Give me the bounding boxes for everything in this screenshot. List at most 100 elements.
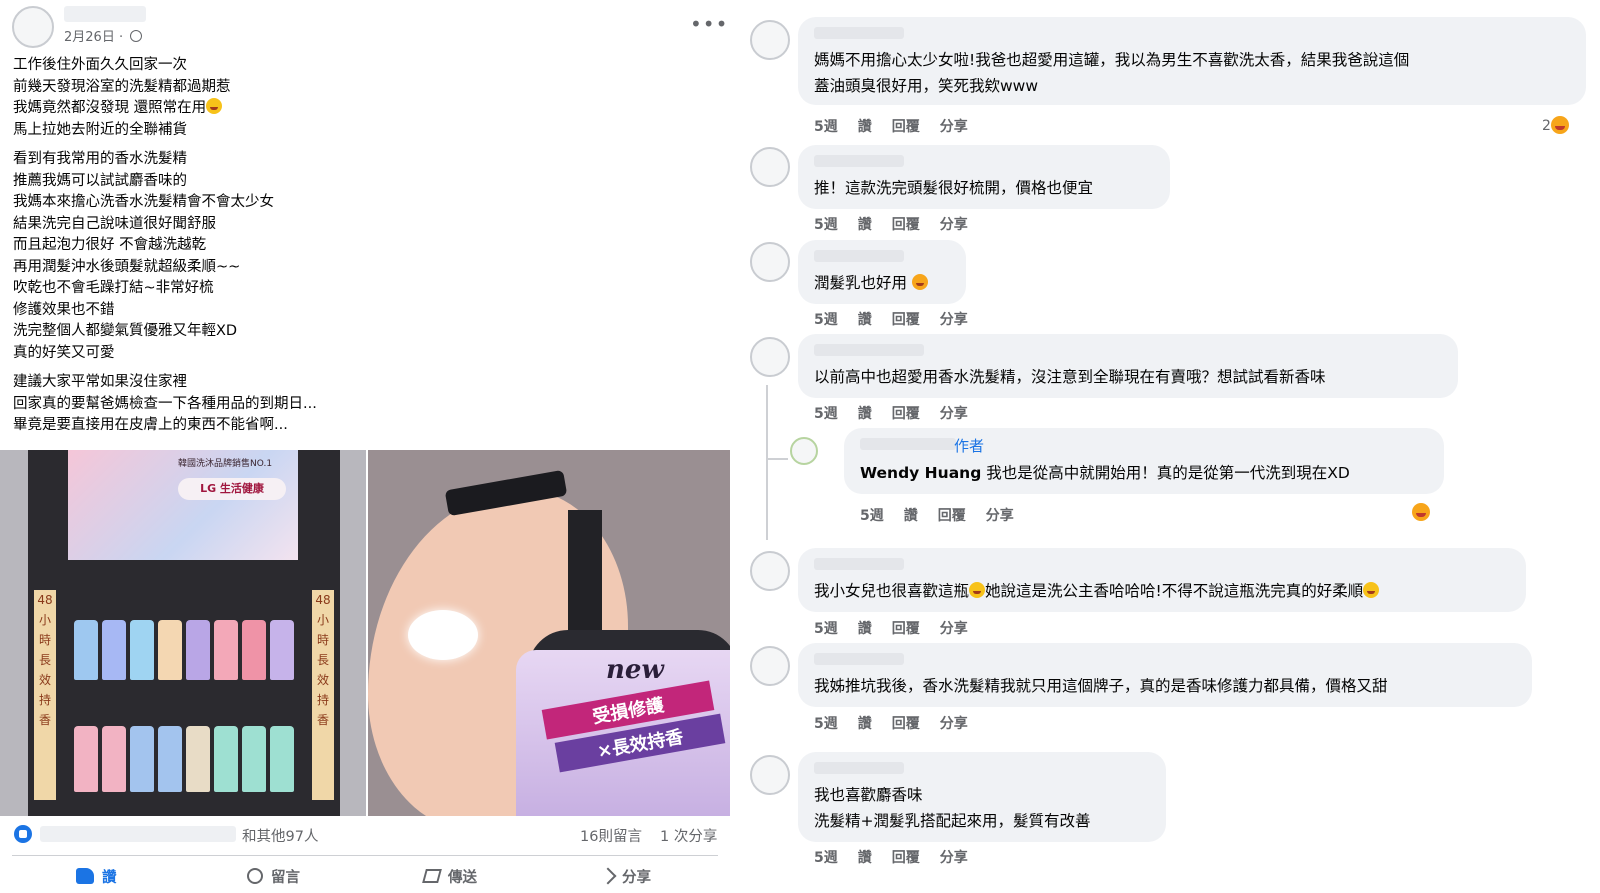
comment-like-link[interactable]: 讚 [858,217,872,233]
comment-time[interactable]: 5週 [860,508,884,524]
globe-icon [130,30,143,42]
comment-actions: 5週 讚 回覆 分享 [814,214,988,234]
comment-text: 我也喜歡麝香味 洗髮精+潤髮乳搭配起來用，髮質有改善 [814,786,1091,830]
commenter-avatar[interactable] [750,646,790,686]
commenter-avatar[interactable] [750,755,790,795]
comment-share-link[interactable]: 分享 [940,850,968,866]
comment-like-link[interactable]: 讚 [858,621,872,637]
post-date[interactable]: 2月26日 · [64,26,143,45]
comment-bubble: 我小女兒也很喜歡這瓶 她說這是洗公主香哈哈哈!不得不說這瓶洗完真的好柔順 [798,548,1526,612]
comment-actions: 5週 讚 回覆 分享 [814,713,988,733]
shelf-banner-title: 韓國洗沐品牌銷售NO.1 [178,459,273,469]
laugh-emoji-icon [1550,116,1569,134]
label-new: new [606,655,664,685]
comment-share-link[interactable]: 分享 [940,716,968,732]
comment-time[interactable]: 5週 [814,312,838,328]
comment-time[interactable]: 5週 [814,621,838,637]
comment-time[interactable]: 5週 [814,217,838,233]
author-avatar[interactable] [790,437,818,465]
like-button[interactable]: 讚 [76,864,117,888]
comment-like-link[interactable]: 讚 [858,716,872,732]
commenter-avatar[interactable] [750,337,790,377]
comment-reactions[interactable]: 2 [1542,116,1569,134]
like-reaction-icon[interactable] [14,825,32,843]
post-photo-shelf[interactable]: 48小時長效持香 48小時長效持香 [0,450,366,816]
commenter-avatar[interactable] [750,242,790,282]
comment-actions: 5週 讚 回覆 分享 [814,116,988,136]
comment-share-link[interactable]: 分享 [940,406,968,422]
comment-like-link[interactable]: 讚 [858,312,872,328]
post-body: 工作後住外面久久回家一次 前幾天發現浴室的洗髮精都過期惹 我媽竟然都沒發現 還照… [13,55,713,445]
comment-time[interactable]: 5週 [814,119,838,135]
author-name-redacted[interactable] [860,438,956,450]
comment-reply-link[interactable]: 回覆 [892,312,920,328]
reply-author-name[interactable]: Wendy Huang [860,464,981,482]
reply-thread-line [766,385,768,540]
comment-share-link[interactable]: 分享 [986,508,1014,524]
comment-reply-link[interactable]: 回覆 [892,119,920,135]
commenter-name-redacted[interactable] [814,762,904,774]
commenter-name-redacted[interactable] [814,344,924,356]
comment-like-link[interactable]: 讚 [904,508,918,524]
comment-count[interactable]: 16則留言 [580,825,642,846]
commenter-avatar[interactable] [750,20,790,60]
comment-bubble: 推！這款洗完頭髮很好梳開，價格也便宜 [798,145,1170,209]
comment-share-link[interactable]: 分享 [940,119,968,135]
facebook-post: 2月26日 · ••• 工作後住外面久久回家一次 前幾天發現浴室的洗髮精都過期惹… [0,0,730,893]
post-photo-bottle[interactable]: new 受損修護 ×長效持香 [368,450,730,816]
comment-text: 我姊推坑我後，香水洗髮精我就只用這個牌子，真的是香味修護力都具備，價格又甜 [814,677,1388,695]
commenter-name-redacted[interactable] [814,27,904,39]
comment-time[interactable]: 5週 [814,716,838,732]
author-badge: 作者 [954,437,985,455]
reply-bubble: 作者 Wendy Huang 我也是從高中就開始用！真的是從第一代洗到現在XD [844,428,1444,494]
send-button[interactable]: 傳送 [422,864,477,888]
comment-share-link[interactable]: 分享 [940,621,968,637]
post-paragraph: 工作後住外面久久回家一次 前幾天發現浴室的洗髮精都過期惹 我媽竟然都沒發現 還照… [13,57,231,138]
send-icon [422,869,442,883]
comment-bubble: 我也喜歡麝香味 洗髮精+潤髮乳搭配起來用，髮質有改善 [798,752,1166,842]
comment-reply-link[interactable]: 回覆 [892,217,920,233]
commenter-name-redacted[interactable] [814,155,904,167]
share-count[interactable]: 1 次分享 [660,825,717,846]
comments-panel: 媽媽不用擔心太少女啦!我爸也超愛用這罐，我以為男生不喜歡洗太香，結果我爸說這個 … [730,0,1600,893]
comment-text: 我小女兒也很喜歡這瓶 她說這是洗公主香哈哈哈!不得不說這瓶洗完真的好柔順 [814,578,1380,604]
poster-name-redacted[interactable] [64,6,146,22]
more-options-icon[interactable]: ••• [690,12,728,36]
comment-reply-link[interactable]: 回覆 [892,406,920,422]
commenter-name-redacted[interactable] [814,558,904,570]
shelf-row-lower [68,712,298,792]
comment-actions: 5週 讚 回覆 分享 [814,403,988,423]
commenter-avatar[interactable] [750,147,790,187]
comment-actions: 5週 讚 回覆 分享 [814,309,988,329]
comment-reply-link[interactable]: 回覆 [892,716,920,732]
poster-avatar[interactable] [12,6,54,48]
pump-neck [568,510,602,650]
commenter-avatar[interactable] [750,551,790,591]
comment-time[interactable]: 5週 [814,850,838,866]
comment-bubble: 媽媽不用擔心太少女啦!我爸也超愛用這罐，我以為男生不喜歡洗太香，結果我爸說這個 … [798,17,1586,105]
comment-actions: 5週 讚 回覆 分享 [860,505,1034,525]
reaction-count[interactable]: 和其他97人 [242,825,318,846]
comment-text: Wendy Huang 我也是從高中就開始用！真的是從第一代洗到現在XD [860,464,1350,482]
comment-like-link[interactable]: 讚 [858,406,872,422]
reactor-names-redacted[interactable] [40,826,236,842]
comment-reply-link[interactable]: 回覆 [938,508,966,524]
reply-reaction[interactable] [1412,503,1430,521]
thumbs-up-emoji-icon [1363,582,1380,598]
shampoo-foam [408,610,478,660]
commenter-name-redacted[interactable] [814,250,904,262]
comment-reply-link[interactable]: 回覆 [892,621,920,637]
comment-button[interactable]: 留言 [247,864,300,888]
comment-time[interactable]: 5週 [814,406,838,422]
grin-sweat-emoji-icon [206,98,223,114]
comment-reply-link[interactable]: 回覆 [892,850,920,866]
commenter-name-redacted[interactable] [814,653,904,665]
share-icon [599,867,617,885]
share-button[interactable]: 分享 [599,864,651,888]
comment-like-link[interactable]: 讚 [858,119,872,135]
comment-share-link[interactable]: 分享 [940,312,968,328]
comment-icon [247,868,263,884]
comment-share-link[interactable]: 分享 [940,217,968,233]
divider [12,855,718,856]
comment-like-link[interactable]: 讚 [858,850,872,866]
